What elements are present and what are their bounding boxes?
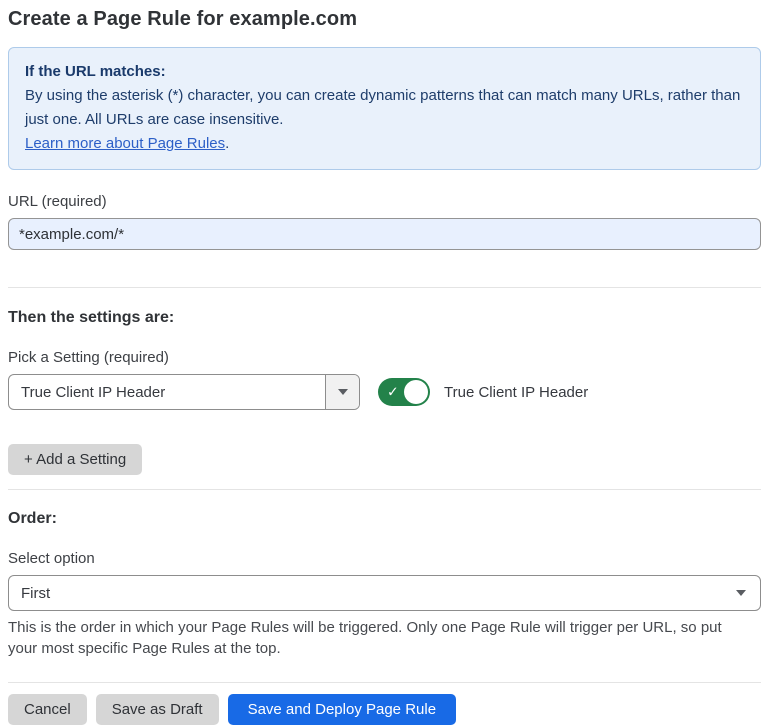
- setting-row: True Client IP Header ✓ True Client IP H…: [8, 374, 761, 410]
- learn-more-link[interactable]: Learn more about Page Rules: [25, 135, 225, 152]
- order-section-heading: Order:: [8, 510, 761, 528]
- order-select-value: First: [9, 585, 50, 602]
- page-rule-form: Create a Page Rule for example.com If th…: [0, 0, 769, 708]
- check-icon: ✓: [387, 385, 399, 399]
- cancel-button[interactable]: Cancel: [8, 694, 87, 725]
- caret-down-icon: [338, 389, 348, 395]
- setting-toggle[interactable]: ✓: [378, 378, 430, 406]
- url-input[interactable]: [8, 218, 761, 250]
- page-title: Create a Page Rule for example.com: [8, 8, 761, 31]
- order-help-text: This is the order in which your Page Rul…: [8, 617, 748, 659]
- save-deploy-button[interactable]: Save and Deploy Page Rule: [228, 694, 456, 725]
- save-draft-button[interactable]: Save as Draft: [96, 694, 219, 725]
- settings-section-heading: Then the settings are:: [8, 309, 761, 327]
- toggle-knob: [404, 380, 428, 404]
- add-setting-button[interactable]: + Add a Setting: [8, 444, 142, 475]
- setting-select-caret-button[interactable]: [325, 375, 359, 409]
- select-option-label: Select option: [8, 550, 761, 567]
- url-label: URL (required): [8, 193, 761, 210]
- setting-select[interactable]: True Client IP Header: [8, 374, 360, 410]
- info-box-link-line: Learn more about Page Rules.: [25, 132, 744, 156]
- order-select[interactable]: First: [8, 575, 761, 611]
- info-box-heading: If the URL matches:: [25, 60, 744, 84]
- section-divider: [8, 287, 761, 288]
- section-divider: [8, 489, 761, 490]
- footer-actions: Cancel Save as Draft Save and Deploy Pag…: [8, 693, 761, 725]
- toggle-label: True Client IP Header: [444, 384, 588, 401]
- link-period: .: [225, 135, 229, 152]
- caret-down-icon: [736, 590, 746, 596]
- setting-select-value: True Client IP Header: [9, 384, 165, 401]
- url-matches-info-box: If the URL matches: By using the asteris…: [8, 47, 761, 170]
- footer-divider: [8, 682, 761, 683]
- pick-setting-label: Pick a Setting (required): [8, 349, 761, 366]
- order-select-caret: [736, 590, 760, 596]
- info-box-body: By using the asterisk (*) character, you…: [25, 84, 744, 132]
